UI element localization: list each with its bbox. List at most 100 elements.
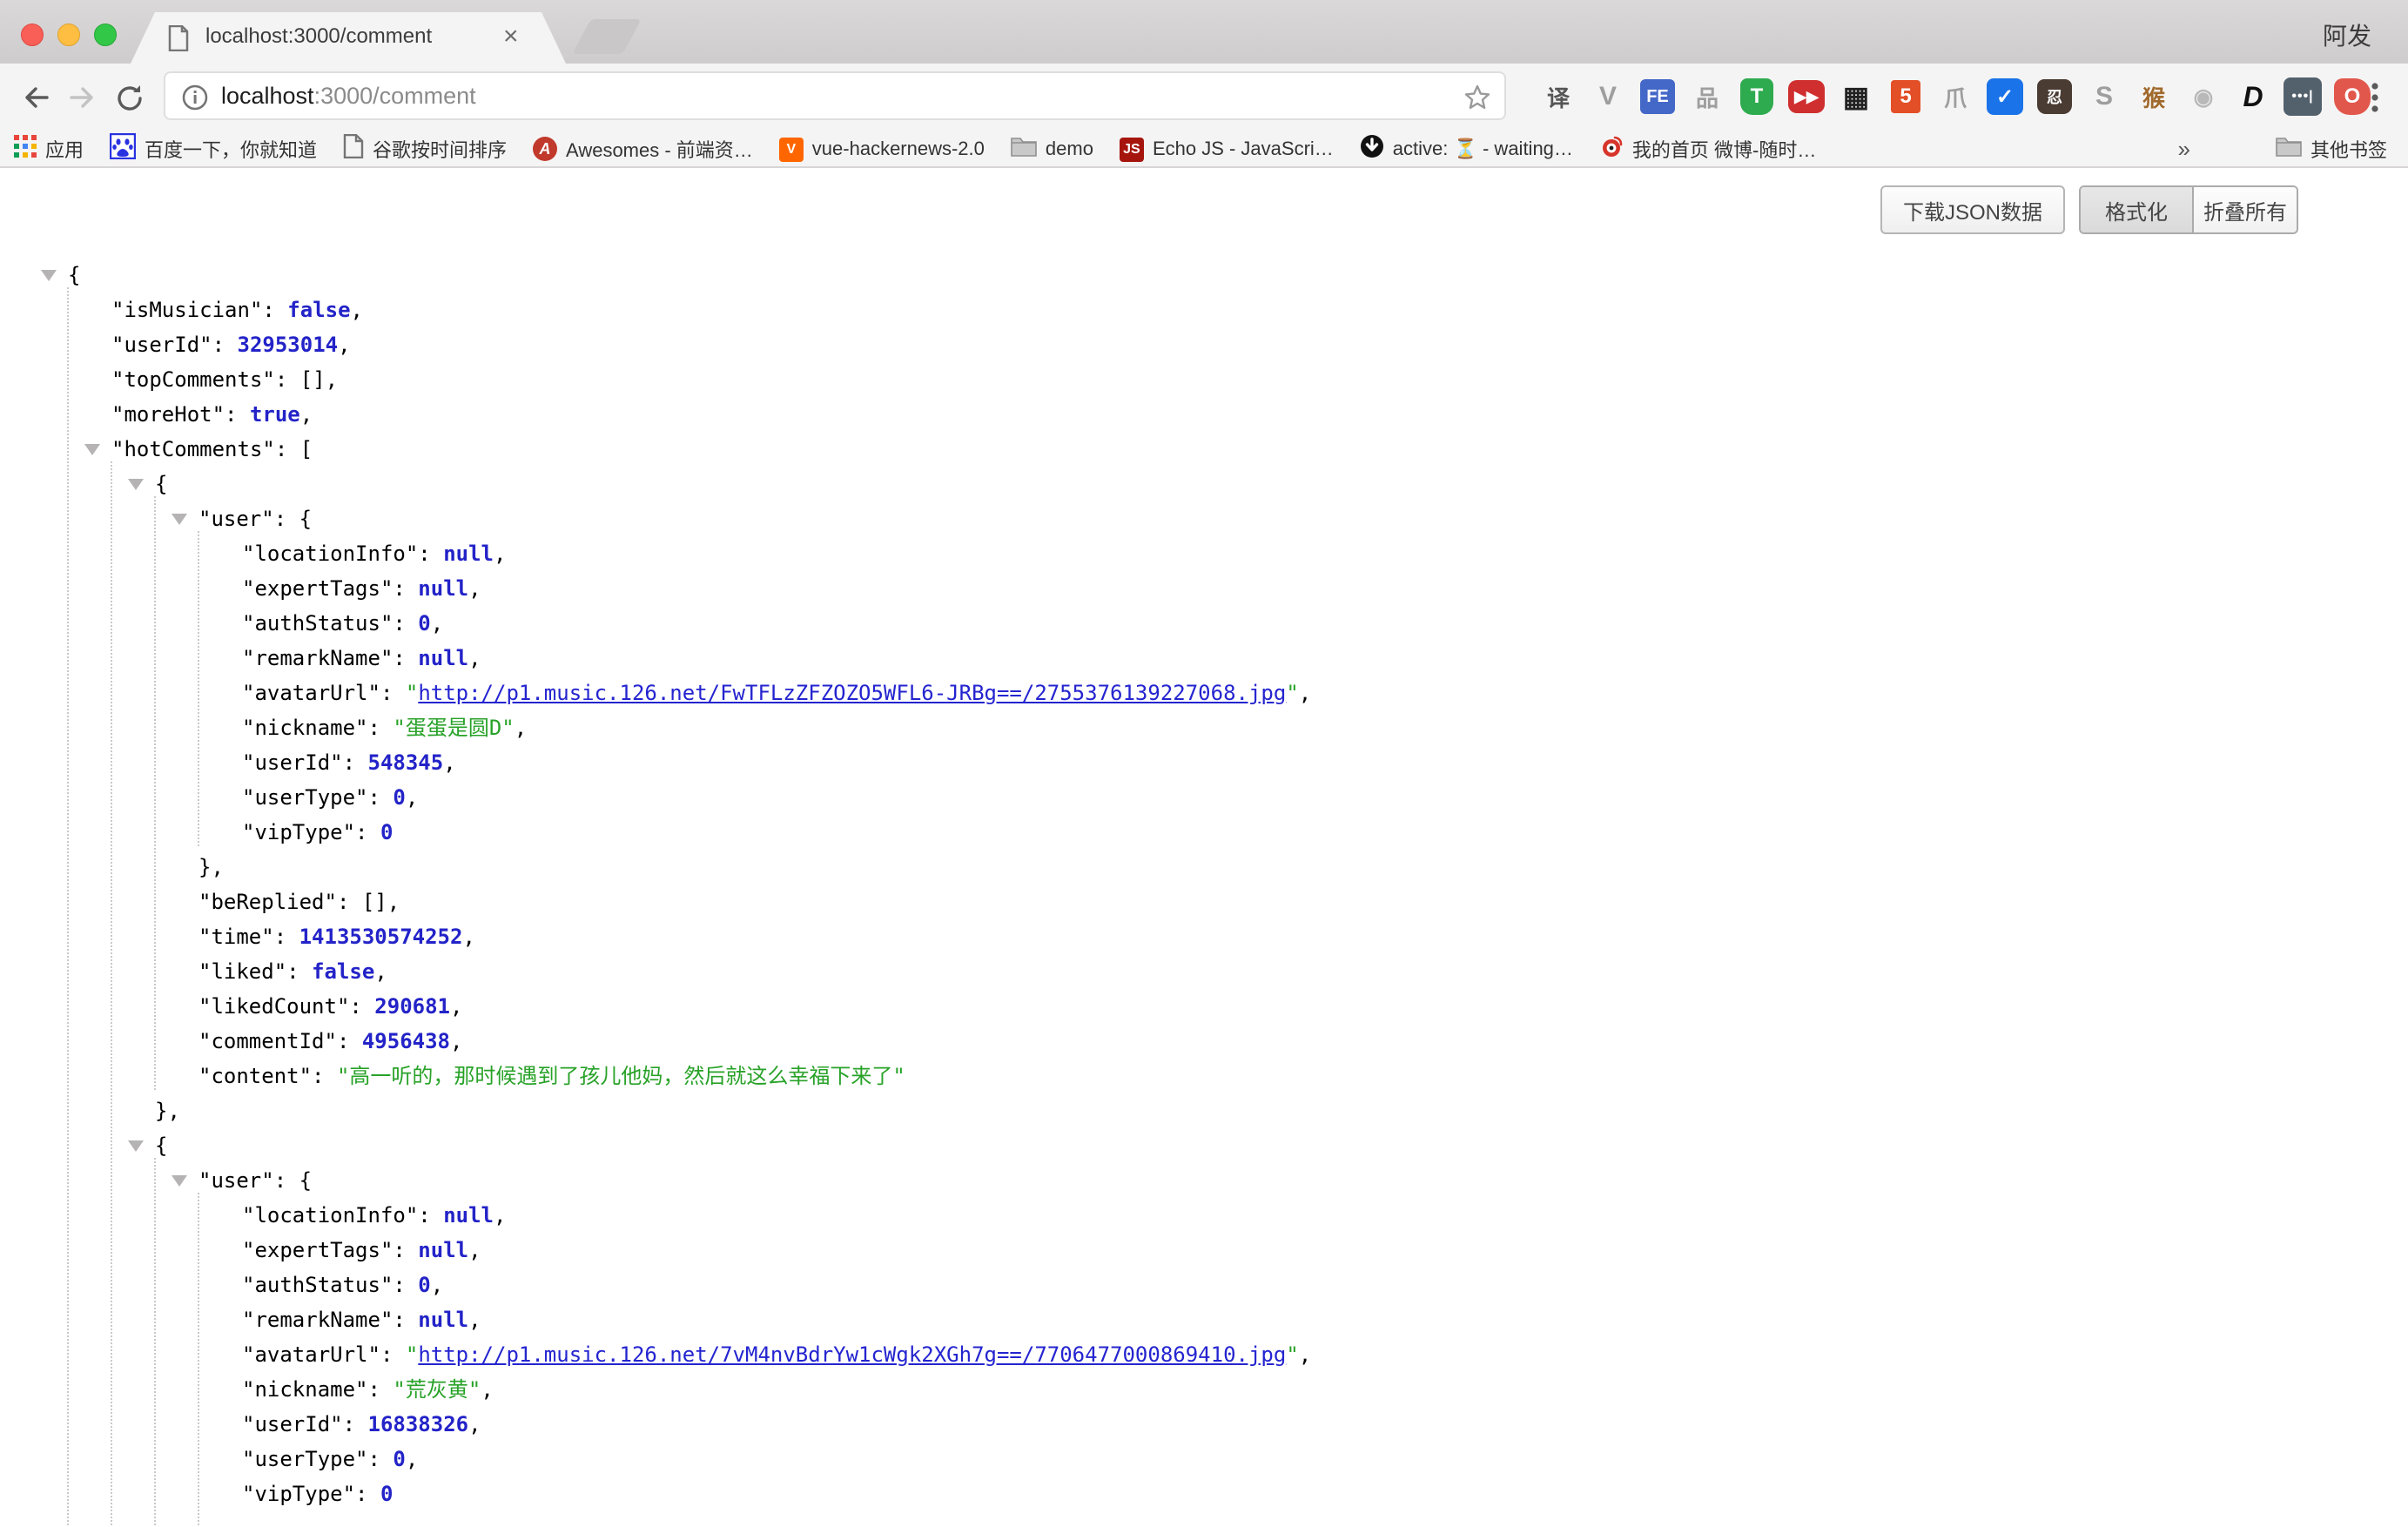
json-punctuation: , <box>1299 1342 1311 1367</box>
json-line: "liked": false, <box>0 954 2408 989</box>
json-punctuation: , <box>450 994 462 1019</box>
json-punctuation: : <box>312 1064 337 1088</box>
extension-s-tool-icon[interactable]: S <box>2085 77 2123 116</box>
json-line: "avatarUrl": "http://p1.music.126.net/7v… <box>0 1337 2408 1372</box>
json-punctuation: : <box>337 1029 362 1053</box>
json-punctuation: : <box>393 1238 418 1262</box>
bookmarks-overflow-chevron[interactable]: » <box>2178 136 2190 163</box>
collapse-arrow[interactable] <box>128 479 144 490</box>
extension-html5-player-icon[interactable]: 5 <box>1887 77 1925 116</box>
extension-todo-check-icon[interactable]: ✓ <box>1986 77 2024 116</box>
bookmark-item[interactable]: demo <box>1011 136 1093 162</box>
new-tab-button[interactable] <box>572 19 641 54</box>
extension-ninja-icon[interactable]: 忍 <box>2035 77 2074 116</box>
json-key: "avatarUrl" <box>242 1342 380 1367</box>
json-line: }, <box>0 850 2408 885</box>
extension-icons: 译VFE品T▶▶▦5爪✓忍S猴◉D•••|O <box>1539 77 2371 116</box>
extension-monkey-icon[interactable]: 猴 <box>2135 77 2173 116</box>
extension-paw-icon[interactable]: 爪 <box>1936 77 1974 116</box>
collapse-arrow[interactable] <box>172 514 187 525</box>
download-json-button[interactable]: 下载JSON数据 <box>1880 185 2065 234</box>
minimize-window-button[interactable] <box>57 24 80 46</box>
json-line: "hotComments": [ <box>0 432 2408 467</box>
json-punctuation: , <box>406 785 418 810</box>
extension-translate-icon[interactable]: 译 <box>1539 77 1577 116</box>
json-punctuation: : <box>393 1308 418 1332</box>
json-line: }, <box>0 1093 2408 1128</box>
format-button[interactable]: 格式化 <box>2081 187 2194 232</box>
folder-icon <box>1011 136 1037 162</box>
json-punctuation: : <box>380 1342 406 1367</box>
bookmark-item[interactable]: active: ⏳ - waiting… <box>1360 134 1573 164</box>
extension-qr-code-icon[interactable]: ▦ <box>1837 77 1875 116</box>
extension-password-dots-icon[interactable]: •••| <box>2284 77 2322 116</box>
info-icon[interactable] <box>181 84 209 116</box>
json-line: "userId": 16838326, <box>0 1407 2408 1442</box>
bookmark-label: Echo JS - JavaScri… <box>1153 138 1334 160</box>
json-value: 0 <box>418 1273 430 1297</box>
awesomes-icon: A <box>533 137 557 162</box>
avatar-url-link[interactable]: http://p1.music.126.net/7vM4nvBdrYw1cWgk… <box>418 1342 1286 1367</box>
extension-t-shield-icon[interactable]: T <box>1738 77 1776 116</box>
collapse-all-button[interactable]: 折叠所有 <box>2194 187 2297 232</box>
extension-sitemap-icon[interactable]: 品 <box>1688 77 1726 116</box>
avatar-url-link[interactable]: http://p1.music.126.net/FwTFLzZFZOZO5WFL… <box>418 681 1286 705</box>
json-punctuation: , <box>406 1447 418 1471</box>
tab-close-icon[interactable]: × <box>503 22 519 51</box>
address-bar[interactable]: localhost:3000/comment <box>164 71 1506 120</box>
collapse-arrow[interactable] <box>128 1140 144 1152</box>
extension-fe-icon[interactable]: FE <box>1638 77 1677 116</box>
bookmark-star-icon[interactable] <box>1463 83 1492 117</box>
bookmark-item[interactable]: 百度一下，你就知道 <box>110 133 317 165</box>
menu-icon[interactable] <box>2359 80 2391 119</box>
json-punctuation: : <box>286 959 312 984</box>
close-window-button[interactable] <box>21 24 44 46</box>
bookmark-label: active: ⏳ - waiting… <box>1393 138 1573 160</box>
json-punctuation: , <box>351 298 363 322</box>
collapse-arrow[interactable] <box>84 444 100 455</box>
other-bookmarks[interactable]: 其他书签 <box>2276 135 2387 163</box>
json-key: "time" <box>198 925 274 949</box>
collapse-arrow[interactable] <box>41 270 57 281</box>
json-punctuation: , <box>468 1238 481 1262</box>
bookmark-item[interactable]: JSEcho JS - JavaScri… <box>1120 136 1334 162</box>
bookmark-item[interactable]: 我的首页 微博-随时… <box>1599 134 1816 164</box>
reload-button[interactable] <box>113 82 146 119</box>
bookmark-item[interactable]: 应用 <box>14 135 84 163</box>
extension-fast-forward-icon[interactable]: ▶▶ <box>1787 77 1826 116</box>
extension-weibo-gray-icon[interactable]: ◉ <box>2184 77 2223 116</box>
json-key: "remarkName" <box>242 1308 393 1332</box>
json-punctuation: { <box>68 263 80 287</box>
profile-name[interactable]: 阿发 <box>2323 17 2371 52</box>
browser-tab[interactable]: localhost:3000/comment × <box>131 12 566 64</box>
json-punctuation: , <box>338 333 350 357</box>
json-punctuation: : <box>368 785 393 810</box>
page-icon <box>343 134 364 164</box>
json-value: null <box>443 542 494 566</box>
json-string: "高一听的，那时候遇到了孩儿他妈，然后就这么幸福下来了" <box>337 1064 905 1088</box>
tab-title: localhost:3000/comment <box>205 24 432 49</box>
json-line: "topComments": [], <box>0 362 2408 397</box>
extension-vue-devtools-icon[interactable]: V <box>1589 77 1627 116</box>
json-value: 0 <box>393 785 405 810</box>
json-value: 32953014 <box>238 333 339 357</box>
json-punctuation: : <box>355 1482 380 1506</box>
extension-d-tool-icon[interactable]: D <box>2234 77 2272 116</box>
collapse-arrow[interactable] <box>172 1175 187 1187</box>
bookmark-item[interactable]: 谷歌按时间排序 <box>343 134 507 164</box>
json-punctuation: : <box>368 716 393 740</box>
maximize-window-button[interactable] <box>94 24 117 46</box>
bookmark-label: 百度一下，你就知道 <box>145 135 317 163</box>
bookmark-item[interactable]: Vvue-hackernews-2.0 <box>779 136 985 162</box>
json-line: "remarkName": null, <box>0 641 2408 676</box>
json-line: "beReplied": [], <box>0 885 2408 919</box>
back-button[interactable] <box>21 82 52 118</box>
json-punctuation: : [], <box>337 890 400 914</box>
forward-button[interactable] <box>66 82 98 118</box>
bookmark-item[interactable]: AAwesomes - 前端资… <box>533 135 753 163</box>
json-line: "locationInfo": null, <box>0 536 2408 571</box>
json-key: "authStatus" <box>242 611 393 636</box>
browser-toolbar: localhost:3000/comment 译V FE 品T ▶▶ ▦ 5爪 ✓ 忍S猴 ◉ D… <box>0 64 2408 131</box>
url-text: localhost:3000/comment <box>221 83 476 110</box>
json-line: "authStatus": 0, <box>0 1268 2408 1302</box>
